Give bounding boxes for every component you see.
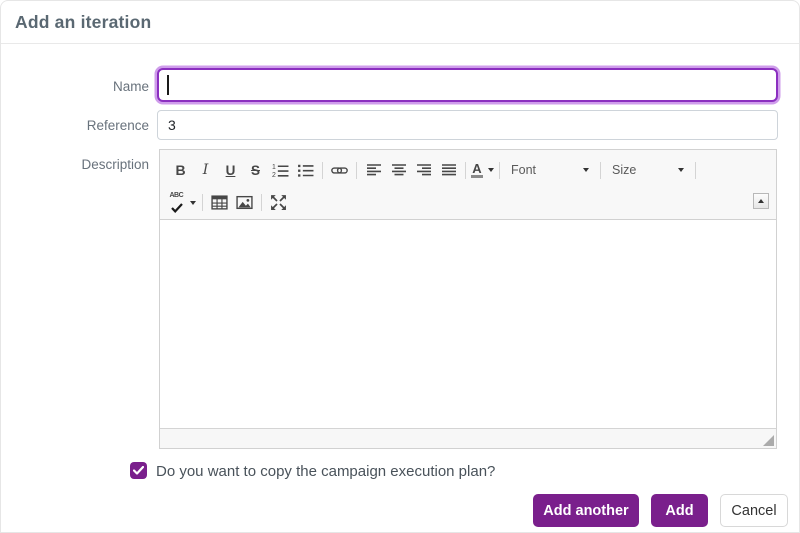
svg-text:1: 1 (272, 163, 276, 170)
chevron-down-icon (583, 168, 589, 172)
editor-status-bar (160, 428, 776, 448)
checkmark-icon (133, 466, 144, 475)
svg-text:2: 2 (272, 171, 276, 178)
chevron-down-icon (190, 201, 196, 205)
maximize-icon[interactable] (266, 191, 291, 215)
editor-toolbar: B I U S 12 (160, 150, 776, 220)
toolbar-separator (322, 162, 323, 179)
strikethrough-icon[interactable]: S (243, 158, 268, 182)
toolbar-separator (465, 162, 466, 179)
copy-plan-checkbox[interactable] (130, 462, 147, 479)
toolbar-separator (202, 194, 203, 211)
bold-icon[interactable]: B (168, 158, 193, 182)
image-icon[interactable] (232, 191, 257, 215)
italic-icon[interactable]: I (193, 158, 218, 182)
reference-input[interactable] (157, 110, 778, 140)
dialog-title: Add an iteration (15, 12, 151, 33)
toolbar-separator (261, 194, 262, 211)
toolbar-row-1: B I U S 12 (168, 152, 770, 188)
link-icon[interactable] (327, 158, 352, 182)
justify-icon[interactable] (436, 158, 461, 182)
toolbar-separator (356, 162, 357, 179)
resize-handle-icon[interactable] (763, 435, 774, 446)
font-dropdown-label: Font (511, 163, 536, 177)
name-label: Name (1, 79, 149, 94)
align-right-icon[interactable] (411, 158, 436, 182)
bullet-list-icon[interactable] (293, 158, 318, 182)
add-another-button[interactable]: Add another (533, 494, 639, 527)
font-dropdown[interactable]: Font (504, 158, 596, 182)
toolbar-separator (600, 162, 601, 179)
dialog-header: Add an iteration (1, 1, 799, 44)
description-label: Description (1, 157, 149, 172)
cancel-button[interactable]: Cancel (720, 494, 788, 527)
name-input[interactable] (157, 68, 778, 102)
collapse-toolbar-button[interactable] (753, 193, 769, 209)
numbered-list-icon[interactable]: 12 (268, 158, 293, 182)
reference-label: Reference (1, 118, 149, 133)
description-rich-text-editor: B I U S 12 (159, 149, 777, 449)
underline-icon[interactable]: U (218, 158, 243, 182)
name-field-wrapper (157, 68, 778, 102)
copy-plan-checkbox-label[interactable]: Do you want to copy the campaign executi… (156, 463, 495, 480)
toolbar-separator (499, 162, 500, 179)
toolbar-row-2: ABC (168, 188, 770, 217)
chevron-down-icon (488, 168, 494, 172)
align-left-icon[interactable] (361, 158, 386, 182)
size-dropdown[interactable]: Size (605, 158, 691, 182)
table-icon[interactable] (207, 191, 232, 215)
add-iteration-dialog: Add an iteration Name Reference Descript… (0, 0, 800, 533)
triangle-up-icon (758, 199, 764, 203)
spellcheck-icon[interactable]: ABC (168, 191, 190, 215)
text-cursor (167, 75, 169, 95)
add-button[interactable]: Add (651, 494, 708, 527)
toolbar-separator (695, 162, 696, 179)
description-editor-content[interactable] (160, 220, 776, 428)
chevron-down-icon (678, 168, 684, 172)
size-dropdown-label: Size (612, 163, 636, 177)
text-color-icon[interactable]: A (470, 158, 495, 182)
align-center-icon[interactable] (386, 158, 411, 182)
